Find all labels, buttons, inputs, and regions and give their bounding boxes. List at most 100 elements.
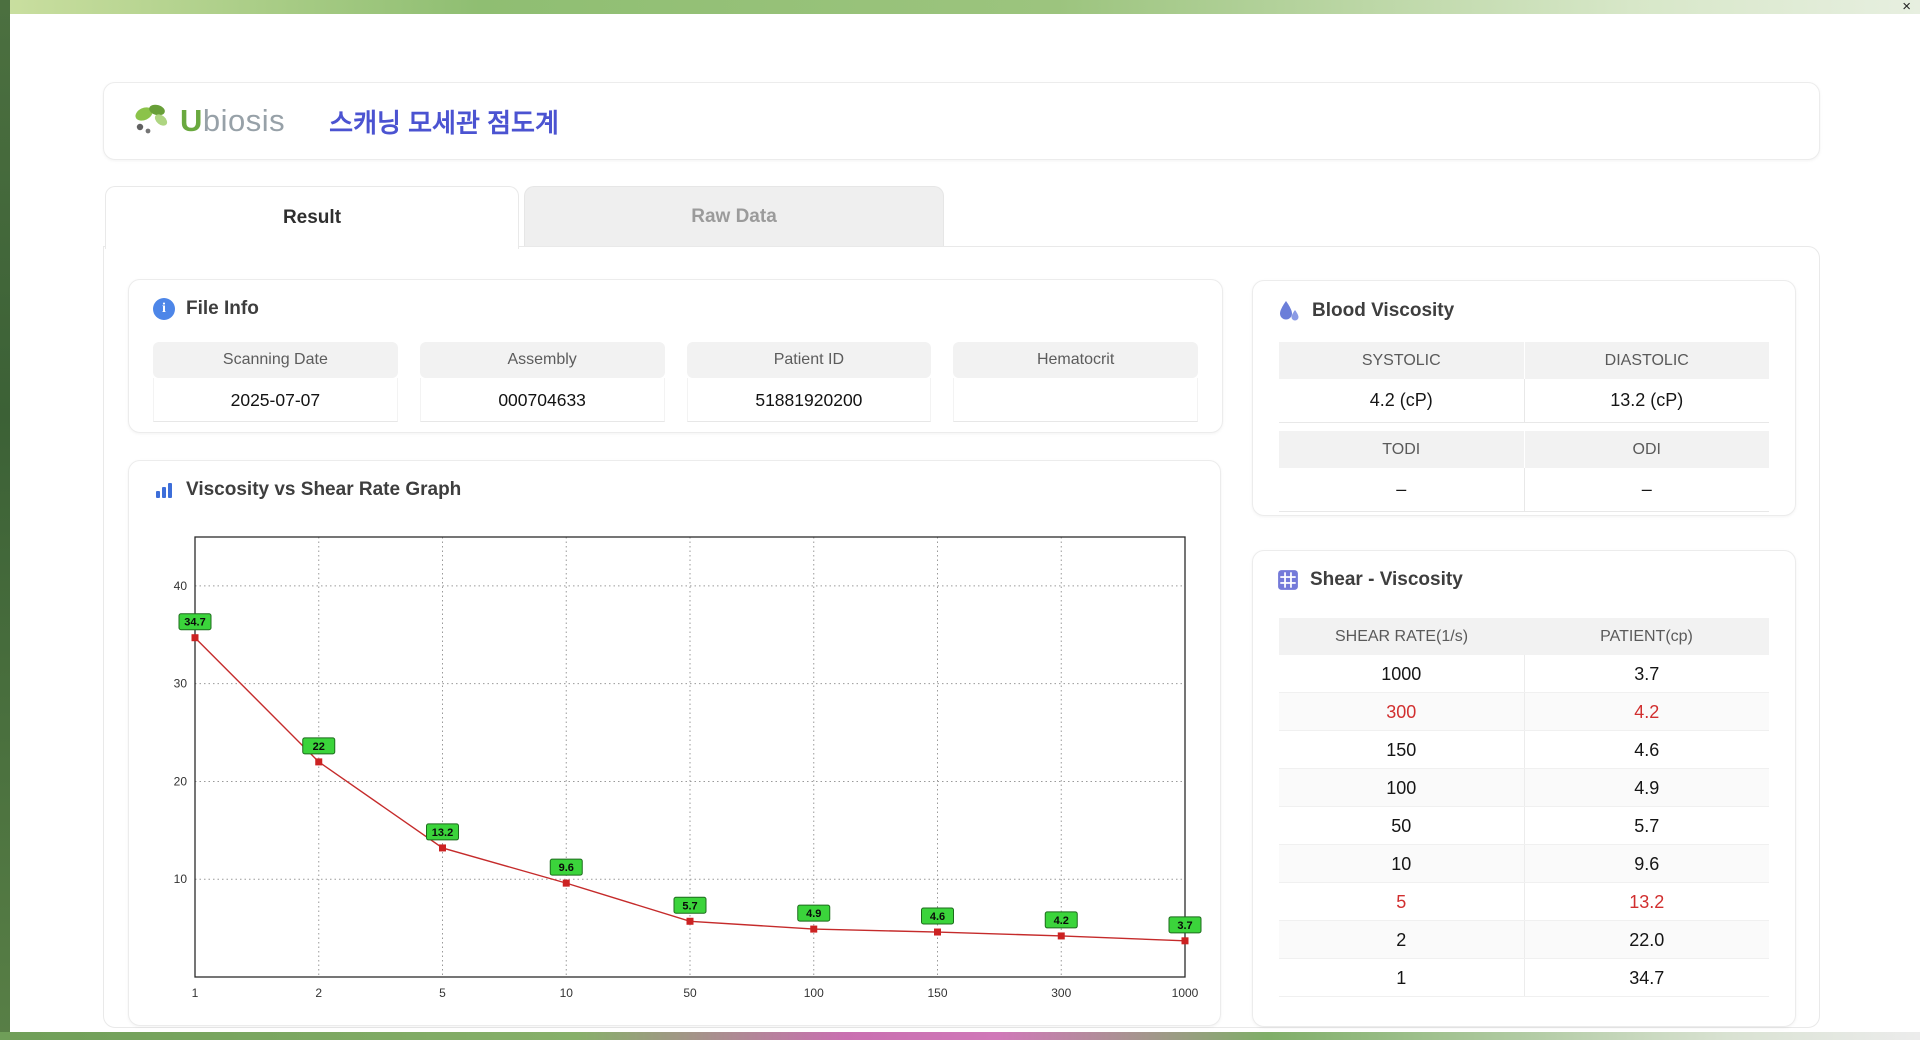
header: Ubiosis 스캐닝 모세관 점도계 xyxy=(103,82,1820,160)
patient-cell: 4.6 xyxy=(1523,731,1770,768)
svg-text:34.7: 34.7 xyxy=(184,617,205,629)
shear-rate-cell: 100 xyxy=(1386,778,1417,798)
shear-viscosity-table: SHEAR RATE(1/s) PATIENT(cp) 1000 3.7 300… xyxy=(1279,618,1769,997)
result-panel: i File Info Scanning Date 2025-07-07 Ass… xyxy=(103,246,1820,1028)
blood-viscosity-title: Blood Viscosity xyxy=(1312,300,1455,321)
logo-letter-u: U xyxy=(180,103,203,138)
chart-wrap: 10 20 30 40 1 2 5 10 50 100 150 300 1000 34.7 22 13.2 9.… xyxy=(153,527,1213,1018)
app-window: Ubiosis 스캐닝 모세관 점도계 Result Raw Data i Fi… xyxy=(10,14,1920,1032)
shear-rate-cell: 1000 xyxy=(1381,664,1422,684)
svg-text:150: 150 xyxy=(927,986,947,1000)
blood-viscosity-header: Blood Viscosity xyxy=(1277,299,1454,323)
shear-rate-cell: 10 xyxy=(1391,854,1412,874)
file-info-field: Hematocrit xyxy=(953,342,1198,422)
tab-raw-data[interactable]: Raw Data xyxy=(524,186,944,246)
svg-text:20: 20 xyxy=(174,774,188,788)
window-close-icon[interactable]: × xyxy=(1902,0,1911,14)
leaf-logo-icon xyxy=(135,104,168,134)
svg-text:30: 30 xyxy=(174,677,188,691)
file-info-field-value: 51881920200 xyxy=(686,378,932,422)
table-grid-icon xyxy=(1278,570,1298,590)
page-title: 스캐닝 모세관 점도계 xyxy=(329,107,559,138)
table-row: 100 4.9 xyxy=(1279,769,1769,807)
svg-text:50: 50 xyxy=(683,986,697,1000)
svg-text:100: 100 xyxy=(804,986,824,1000)
file-info-field-label: Hematocrit xyxy=(953,342,1198,378)
file-info-field: Assembly 000704633 xyxy=(419,342,665,422)
svg-text:3.7: 3.7 xyxy=(1177,920,1192,932)
odi-header: ODI xyxy=(1523,431,1769,468)
shear-rate-cell: 2 xyxy=(1396,930,1407,950)
bar-chart-icon xyxy=(156,483,172,498)
bv-value-row-2: – – xyxy=(1279,468,1769,512)
bv-gap xyxy=(1279,423,1769,431)
patient-cell: 22.0 xyxy=(1523,921,1770,958)
file-info-field-value: 000704633 xyxy=(419,378,665,422)
shear-table-header: SHEAR RATE(1/s) PATIENT(cp) xyxy=(1279,618,1769,655)
file-info-field-label: Assembly xyxy=(419,342,665,378)
table-row: 2 22.0 xyxy=(1279,921,1769,959)
col-patient: PATIENT(cp) xyxy=(1600,628,1693,645)
shear-table-rows: 1000 3.7 300 4.2 150 4.6 100 4.9 50 5.7 … xyxy=(1279,655,1769,997)
shear-rate-cell: 1 xyxy=(1396,968,1407,988)
shear-viscosity-card: Shear - Viscosity SHEAR RATE(1/s) PATIEN… xyxy=(1252,550,1796,1027)
graph-title: Viscosity vs Shear Rate Graph xyxy=(186,479,462,500)
diastolic-value: 13.2 (cP) xyxy=(1523,379,1770,422)
shear-rate-cell: 300 xyxy=(1386,702,1417,722)
patient-cell: 34.7 xyxy=(1523,959,1770,996)
table-row: 1 34.7 xyxy=(1279,959,1769,997)
table-row: 50 5.7 xyxy=(1279,807,1769,845)
svg-text:9.6: 9.6 xyxy=(559,862,574,874)
col-shear-rate: SHEAR RATE(1/s) xyxy=(1334,628,1469,645)
file-info-header: i File Info xyxy=(153,298,259,320)
viscosity-graph-card: Viscosity vs Shear Rate Graph 10 20 30 40 1 2… xyxy=(128,460,1221,1026)
file-info-field: Patient ID 51881920200 xyxy=(686,342,932,422)
bv-header-row-2: TODI ODI xyxy=(1279,431,1769,468)
file-info-field-label: Scanning Date xyxy=(153,342,398,378)
bv-header-row-1: SYSTOLIC DIASTOLIC xyxy=(1279,342,1769,379)
file-info-fields: Scanning Date 2025-07-07 Assembly 000704… xyxy=(153,342,1198,422)
svg-text:1: 1 xyxy=(192,986,199,1000)
patient-cell: 13.2 xyxy=(1523,883,1770,920)
blood-viscosity-card: Blood Viscosity SYSTOLIC DIASTOLIC 4.2 (… xyxy=(1252,280,1796,516)
svg-text:1000: 1000 xyxy=(1172,986,1199,1000)
svg-text:300: 300 xyxy=(1051,986,1071,1000)
table-row: 300 4.2 xyxy=(1279,693,1769,731)
file-info-field-value: 2025-07-07 xyxy=(153,378,398,422)
file-info-field-value xyxy=(953,378,1198,422)
table-row: 5 13.2 xyxy=(1279,883,1769,921)
viscosity-chart: 10 20 30 40 1 2 5 10 50 100 150 300 1000 34.7 22 13.2 9.… xyxy=(174,536,1202,1000)
bv-value-row-1: 4.2 (cP) 13.2 (cP) xyxy=(1279,379,1769,423)
logo-text: Ubiosis xyxy=(180,103,285,139)
svg-text:5: 5 xyxy=(439,986,446,1000)
patient-cell: 4.9 xyxy=(1523,769,1770,806)
file-info-field-label: Patient ID xyxy=(686,342,932,378)
shear-viscosity-title: Shear - Viscosity xyxy=(1310,569,1463,590)
svg-text:5.7: 5.7 xyxy=(682,900,697,912)
systolic-header: SYSTOLIC xyxy=(1279,342,1524,379)
svg-text:4.2: 4.2 xyxy=(1054,915,1069,927)
file-info-card: i File Info Scanning Date 2025-07-07 Ass… xyxy=(128,279,1223,433)
shear-rate-cell: 5 xyxy=(1396,892,1407,912)
table-row: 10 9.6 xyxy=(1279,845,1769,883)
shear-rate-cell: 150 xyxy=(1386,740,1417,760)
diastolic-header: DIASTOLIC xyxy=(1523,342,1769,379)
svg-text:4.6: 4.6 xyxy=(930,911,945,923)
wallpaper-left-strip xyxy=(0,0,10,1040)
info-icon: i xyxy=(153,298,175,320)
patient-cell: 3.7 xyxy=(1523,655,1770,692)
blood-viscosity-table: SYSTOLIC DIASTOLIC 4.2 (cP) 13.2 (cP) TO… xyxy=(1279,342,1769,512)
svg-text:10: 10 xyxy=(560,986,574,1000)
svg-text:13.2: 13.2 xyxy=(432,827,453,839)
wallpaper-top-strip xyxy=(0,0,1920,14)
todi-header: TODI xyxy=(1279,431,1524,468)
tab-result[interactable]: Result xyxy=(105,186,519,249)
file-info-field: Scanning Date 2025-07-07 xyxy=(153,342,398,422)
svg-text:2: 2 xyxy=(315,986,322,1000)
table-row: 150 4.6 xyxy=(1279,731,1769,769)
svg-text:4.9: 4.9 xyxy=(806,908,821,920)
shear-viscosity-header: Shear - Viscosity xyxy=(1277,569,1463,591)
graph-header: Viscosity vs Shear Rate Graph xyxy=(153,479,461,501)
app-logo: Ubiosis xyxy=(130,102,285,140)
patient-cell: 4.2 xyxy=(1523,693,1770,730)
